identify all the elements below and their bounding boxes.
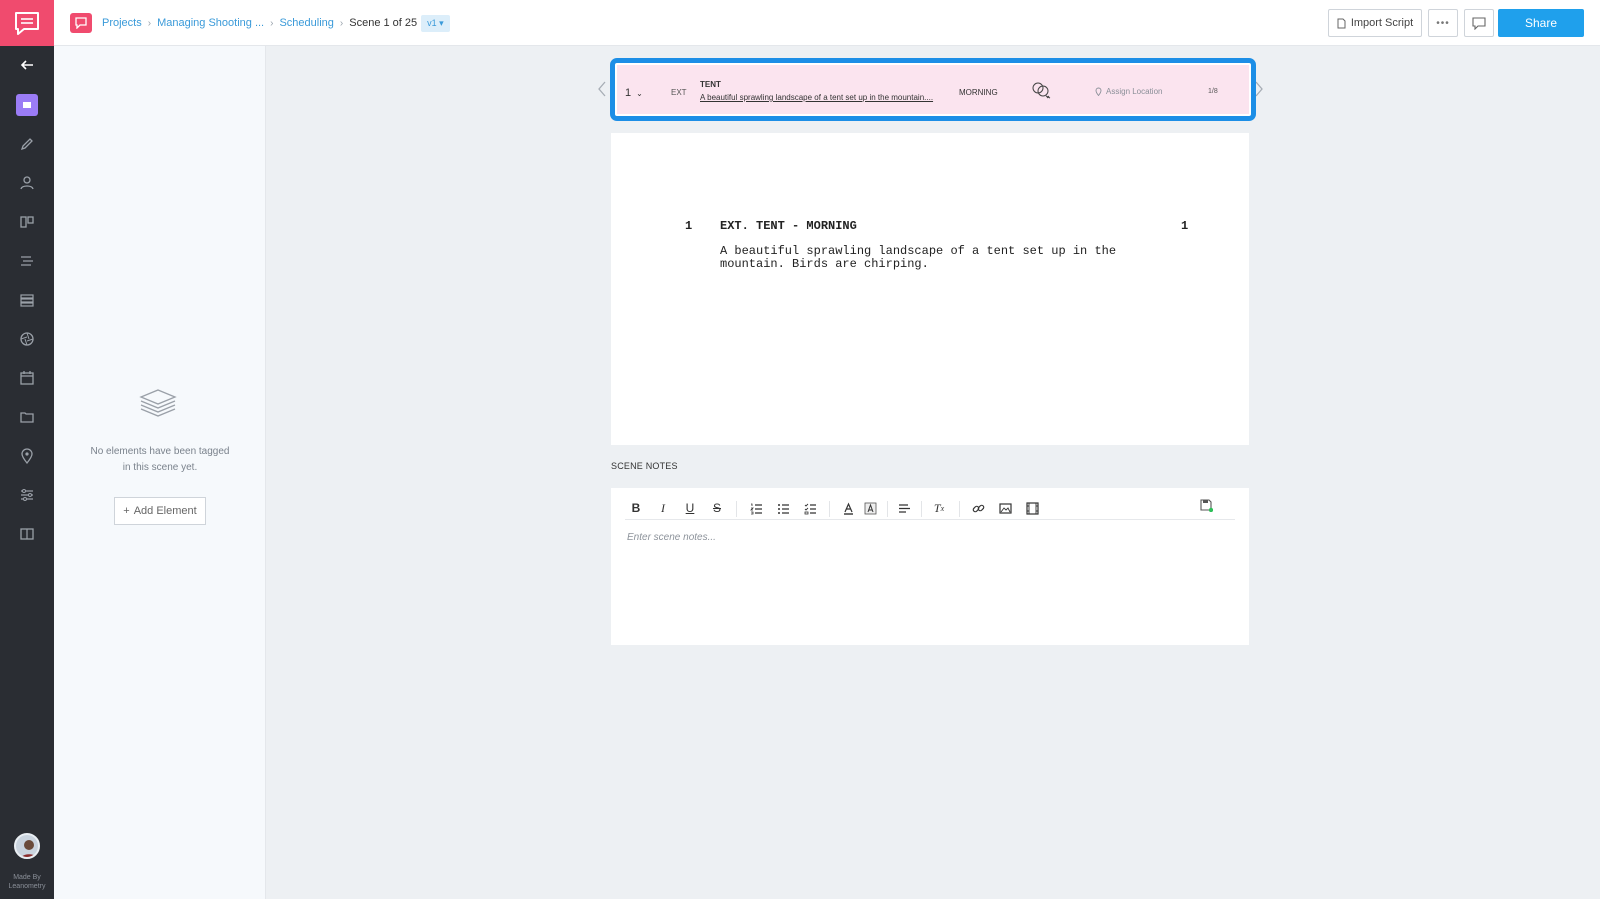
folder-icon[interactable] bbox=[17, 407, 37, 427]
ordered-list-icon[interactable] bbox=[747, 499, 765, 517]
layers-icon bbox=[138, 386, 178, 418]
notes-toolbar: B I U S Tx bbox=[625, 496, 1235, 520]
nav-rail: Made By Leanometry bbox=[0, 0, 54, 899]
italic-icon[interactable]: I bbox=[654, 499, 672, 517]
empty-elements-message: No elements have been tagged in this sce… bbox=[90, 446, 230, 473]
version-dropdown[interactable]: v1 ▾ bbox=[421, 14, 450, 32]
sliders-icon[interactable] bbox=[17, 485, 37, 505]
action-line: mountain. Birds are chirping. bbox=[720, 257, 929, 271]
video-icon[interactable] bbox=[1023, 499, 1041, 517]
int-ext-label: EXT bbox=[671, 88, 687, 97]
toolbar-divider bbox=[829, 501, 830, 517]
scene-strip[interactable]: 1 ⌄ EXT TENT A beautiful sprawling lands… bbox=[617, 65, 1249, 114]
location-pin-icon[interactable] bbox=[17, 446, 37, 466]
chevron-right-icon: › bbox=[339, 17, 344, 29]
add-element-button[interactable]: + Add Element bbox=[114, 497, 206, 525]
breadcrumb-current-scene: Scene 1 of 25 bbox=[349, 17, 418, 29]
align-icon[interactable] bbox=[895, 499, 913, 517]
breadcrumb-project[interactable]: Managing Shooting ... bbox=[157, 17, 264, 29]
chevron-down-icon: ⌄ bbox=[636, 88, 643, 98]
chevron-right-icon: › bbox=[147, 17, 152, 29]
toolbar-divider bbox=[736, 501, 737, 517]
elements-panel: No elements have been tagged in this sce… bbox=[54, 46, 266, 899]
breadcrumb: Projects › Managing Shooting ... › Sched… bbox=[102, 14, 450, 32]
image-icon[interactable] bbox=[996, 499, 1014, 517]
book-icon[interactable] bbox=[17, 524, 37, 544]
back-arrow-icon[interactable] bbox=[17, 55, 37, 75]
scene-number-right: 1 bbox=[1181, 219, 1189, 233]
import-script-button[interactable]: Import Script bbox=[1328, 9, 1422, 37]
bold-icon[interactable]: B bbox=[627, 499, 645, 517]
page-count: 1/8 bbox=[1208, 88, 1218, 95]
scene-number-left: 1 bbox=[685, 219, 693, 233]
toolbar-divider bbox=[921, 501, 922, 517]
share-button[interactable]: Share bbox=[1498, 9, 1584, 37]
save-icon[interactable] bbox=[1197, 496, 1215, 514]
stripboard-icon[interactable] bbox=[17, 290, 37, 310]
cast-icon[interactable] bbox=[17, 173, 37, 193]
breakdown-icon[interactable] bbox=[17, 251, 37, 271]
text-color-icon[interactable] bbox=[839, 499, 857, 517]
strikethrough-icon[interactable]: S bbox=[708, 499, 726, 517]
location-pin-icon bbox=[1095, 87, 1102, 96]
scene-icon[interactable] bbox=[16, 94, 38, 116]
scene-notes-label: SCENE NOTES bbox=[611, 461, 678, 471]
link-icon[interactable] bbox=[969, 499, 987, 517]
scene-description-link[interactable]: A beautiful sprawling landscape of a ten… bbox=[700, 93, 938, 102]
checklist-icon[interactable] bbox=[801, 499, 819, 517]
scene-heading: EXT. TENT - MORNING bbox=[720, 219, 857, 233]
bullet-list-icon[interactable] bbox=[774, 499, 792, 517]
script-page: 1 EXT. TENT - MORNING 1 A beautiful spra… bbox=[611, 133, 1249, 445]
time-of-day: MORNING bbox=[959, 88, 998, 97]
chevron-right-icon: › bbox=[270, 17, 274, 29]
document-icon bbox=[1337, 18, 1346, 28]
clear-format-icon[interactable]: Tx bbox=[930, 499, 948, 517]
breadcrumb-projects[interactable]: Projects bbox=[102, 17, 142, 29]
top-header: Projects › Managing Shooting ... › Sched… bbox=[54, 0, 1600, 46]
underline-icon[interactable]: U bbox=[681, 499, 699, 517]
more-options-button[interactable]: ••• bbox=[1428, 9, 1458, 37]
previous-scene-arrow-icon[interactable] bbox=[596, 79, 608, 99]
storyboard-icon[interactable] bbox=[17, 212, 37, 232]
scene-strip-highlight: 1 ⌄ EXT TENT A beautiful sprawling lands… bbox=[610, 58, 1256, 121]
toolbar-divider bbox=[887, 501, 888, 517]
action-line: A beautiful sprawling landscape of a ten… bbox=[720, 244, 1117, 258]
toolbar-divider bbox=[959, 501, 960, 517]
highlight-icon[interactable] bbox=[861, 499, 879, 517]
calendar-icon[interactable] bbox=[17, 368, 37, 388]
comments-button[interactable] bbox=[1464, 9, 1494, 37]
scene-notes-input[interactable]: Enter scene notes... bbox=[627, 532, 716, 543]
scene-notes-editor: B I U S Tx Enter scene notes... bbox=[611, 488, 1249, 645]
set-name: TENT bbox=[700, 80, 721, 89]
breadcrumb-scheduling[interactable]: Scheduling bbox=[279, 17, 333, 29]
pencil-icon[interactable] bbox=[17, 134, 37, 154]
project-badge-icon[interactable] bbox=[70, 13, 92, 33]
scene-number-dropdown[interactable]: 1 ⌄ bbox=[625, 87, 643, 99]
assign-location-button[interactable]: Assign Location bbox=[1095, 87, 1162, 96]
camera-aperture-icon[interactable] bbox=[17, 329, 37, 349]
avatar[interactable] bbox=[14, 833, 40, 859]
plus-icon: + bbox=[123, 505, 130, 517]
made-by-credit: Made By Leanometry bbox=[8, 874, 46, 890]
app-logo-icon[interactable] bbox=[0, 0, 54, 46]
cast-members-icon[interactable] bbox=[1031, 81, 1053, 101]
chat-icon bbox=[1472, 16, 1486, 30]
